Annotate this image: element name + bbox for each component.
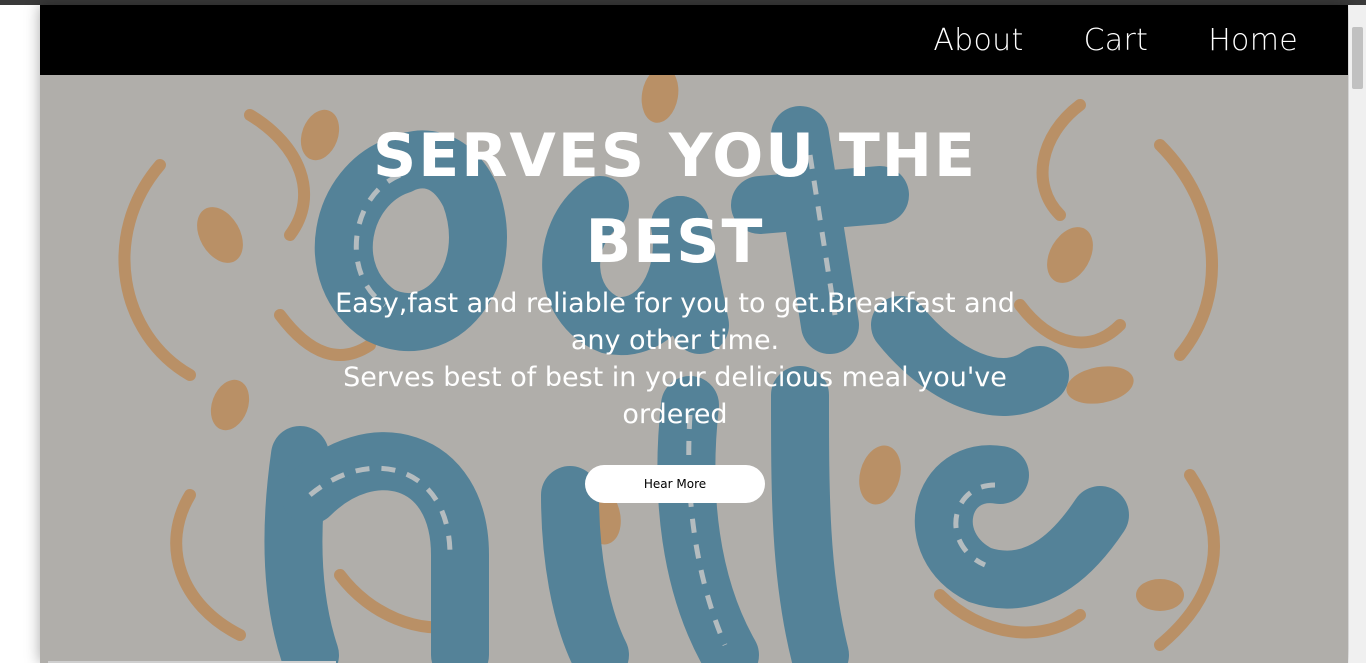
hero-section: SERVES YOU THE BEST Easy,fast and reliab… bbox=[40, 75, 1348, 663]
vertical-scrollbar[interactable] bbox=[1349, 5, 1366, 663]
hero-title: SERVES YOU THE BEST bbox=[373, 121, 977, 277]
navbar: About Cart Home bbox=[40, 5, 1348, 75]
nav-link-about[interactable]: About bbox=[933, 23, 1023, 58]
nav-link-cart[interactable]: Cart bbox=[1084, 23, 1149, 58]
hero-description-2: Serves best of best in your delicious me… bbox=[343, 362, 1007, 430]
nav-links: About Cart Home bbox=[933, 5, 1298, 75]
hero-description-1: Easy,fast and reliable for you to get.Br… bbox=[335, 288, 1015, 356]
hero-content: SERVES YOU THE BEST Easy,fast and reliab… bbox=[320, 113, 1030, 503]
scrollbar-thumb[interactable] bbox=[1352, 27, 1363, 89]
page-container: About Cart Home SERVES YOU THE BEST Easy… bbox=[40, 5, 1348, 663]
nav-link-home[interactable]: Home bbox=[1208, 23, 1298, 58]
hear-more-button[interactable]: Hear More bbox=[585, 465, 765, 503]
